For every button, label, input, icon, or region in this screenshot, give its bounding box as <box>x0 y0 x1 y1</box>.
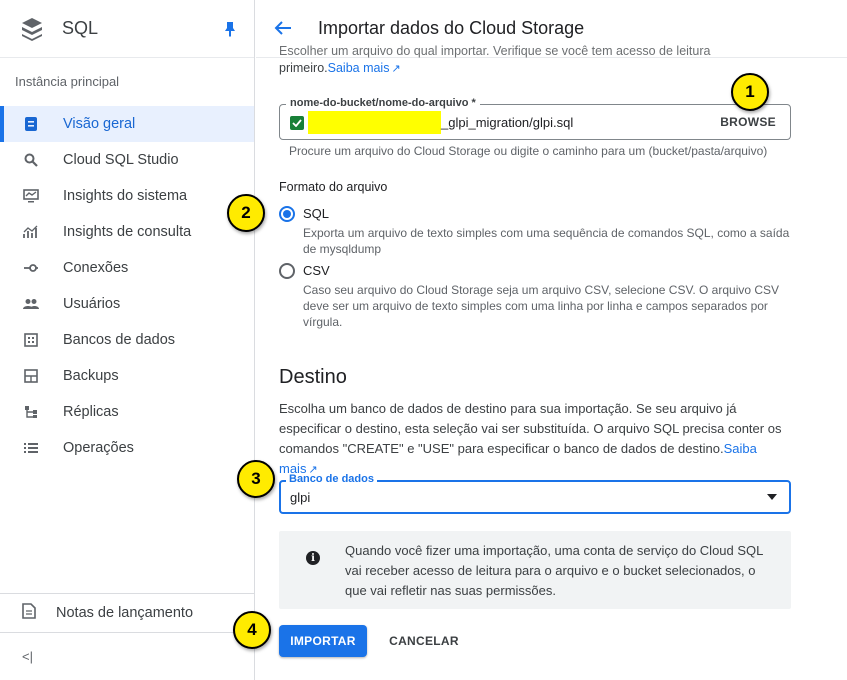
redaction-highlight <box>308 111 441 134</box>
sidebar-item-label: Cloud SQL Studio <box>63 152 179 168</box>
sidebar-item-users[interactable]: Usuários <box>0 286 254 322</box>
list-icon <box>22 439 40 457</box>
external-link-icon: ↗ <box>391 63 401 75</box>
sidebar-item-backups[interactable]: Backups <box>0 358 254 394</box>
source-intro: Escolher um arquivo do qual importar. Ve… <box>279 44 799 79</box>
replicas-icon <box>22 403 40 421</box>
destination-desc-text: Escolha um banco de dados de destino par… <box>279 401 782 456</box>
sidebar-item-query-insights[interactable]: Insights de consulta <box>0 214 254 250</box>
sidebar-item-label: Conexões <box>63 260 129 276</box>
section-label: Instância principal <box>15 74 120 89</box>
import-button[interactable]: IMPORTAR <box>279 625 367 657</box>
sidebar-item-label: Backups <box>63 368 119 384</box>
file-path-value: _glpi_migration/glpi.sql <box>441 115 574 130</box>
check-icon <box>290 116 304 130</box>
step-marker-2: 2 <box>227 194 265 232</box>
database-value: glpi <box>290 490 311 505</box>
release-notes-icon <box>22 603 36 623</box>
sidebar-item-overview[interactable]: Visão geral <box>0 106 254 142</box>
cloud-sql-logo-icon <box>20 17 44 41</box>
page-title: Importar dados do Cloud Storage <box>318 18 585 38</box>
info-icon: i <box>306 551 320 565</box>
format-option-desc: Exporta um arquivo de texto simples com … <box>303 226 790 256</box>
product-title: SQL <box>62 18 99 38</box>
sidebar-item-system-insights[interactable]: Insights do sistema <box>0 178 254 214</box>
sidebar-nav: Visão geral Cloud SQL Studio Insights do… <box>0 106 254 466</box>
step-marker-3: 3 <box>237 460 275 498</box>
sidebar-item-operations[interactable]: Operações <box>0 430 254 466</box>
sidebar-item-label: Usuários <box>63 296 121 312</box>
sidebar-item-label: Visão geral <box>63 116 136 132</box>
sidebar-item-label: Operações <box>63 440 134 456</box>
backups-icon <box>22 367 40 385</box>
step-marker-4: 4 <box>233 611 271 649</box>
import-form: Escolher um arquivo do qual importar. Ve… <box>279 44 799 657</box>
source-intro-cut: Escolher um arquivo do qual importar. Ve… <box>279 44 711 58</box>
destination-desc: Escolha um banco de dados de destino par… <box>279 399 799 480</box>
file-path-field[interactable]: nome-do-bucket/nome-do-arquivo * _glpi_m… <box>279 97 791 140</box>
browse-button[interactable]: BROWSE <box>720 115 776 129</box>
file-format-title: Formato do arquivo <box>279 180 388 194</box>
file-path-label: nome-do-bucket/nome-do-arquivo * <box>286 97 480 109</box>
users-icon <box>22 295 40 313</box>
sidebar-item-sql-studio[interactable]: Cloud SQL Studio <box>0 142 254 178</box>
dropdown-arrow-icon <box>767 494 777 500</box>
format-option-label: SQL <box>303 206 330 221</box>
collapse-sidebar-button[interactable]: <| <box>0 632 254 680</box>
sidebar-footer: Notas de lançamento <| <box>0 593 254 680</box>
database-select[interactable]: Banco de dados glpi <box>279 473 791 514</box>
format-option-label: CSV <box>303 263 330 278</box>
release-notes-link[interactable]: Notas de lançamento <box>0 594 254 632</box>
collapse-icon: <| <box>22 649 33 664</box>
pin-icon[interactable] <box>224 21 236 42</box>
sidebar-item-databases[interactable]: Bancos de dados <box>0 322 254 358</box>
databases-icon <box>22 331 40 349</box>
connections-icon <box>22 259 40 277</box>
sidebar-header: SQL <box>0 0 254 58</box>
sidebar-item-label: Réplicas <box>63 404 119 420</box>
sidebar-item-label: Bancos de dados <box>63 332 176 348</box>
format-option-desc: Caso seu arquivo do Cloud Storage seja u… <box>303 283 780 329</box>
cancel-button[interactable]: CANCELAR <box>379 625 469 657</box>
sidebar-item-connections[interactable]: Conexões <box>0 250 254 286</box>
info-text: Quando você fizer uma importação, uma co… <box>345 543 763 598</box>
monitor-icon <box>22 187 40 205</box>
step-marker-1: 1 <box>731 73 769 111</box>
sidebar: SQL Instância principal Visão geral Clou… <box>0 0 255 680</box>
database-label: Banco de dados <box>286 473 377 485</box>
overview-icon <box>22 115 40 133</box>
back-arrow-icon[interactable] <box>274 16 296 42</box>
radio-unselected-icon[interactable] <box>279 263 295 279</box>
sidebar-item-replicas[interactable]: Réplicas <box>0 394 254 430</box>
sidebar-item-label: Insights de consulta <box>63 224 192 240</box>
info-box: i Quando você fizer uma importação, uma … <box>279 531 791 609</box>
radio-selected-icon[interactable] <box>279 206 295 222</box>
release-notes-label: Notas de lançamento <box>56 605 194 621</box>
sidebar-item-label: Insights do sistema <box>63 188 188 204</box>
learn-more-link[interactable]: Saiba mais <box>328 61 390 75</box>
file-path-hint: Procure um arquivo do Cloud Storage ou d… <box>289 144 768 158</box>
chart-icon <box>22 223 40 241</box>
search-icon <box>22 151 40 169</box>
destination-title: Destino <box>279 366 347 388</box>
source-intro-rest: primeiro. <box>279 61 328 75</box>
